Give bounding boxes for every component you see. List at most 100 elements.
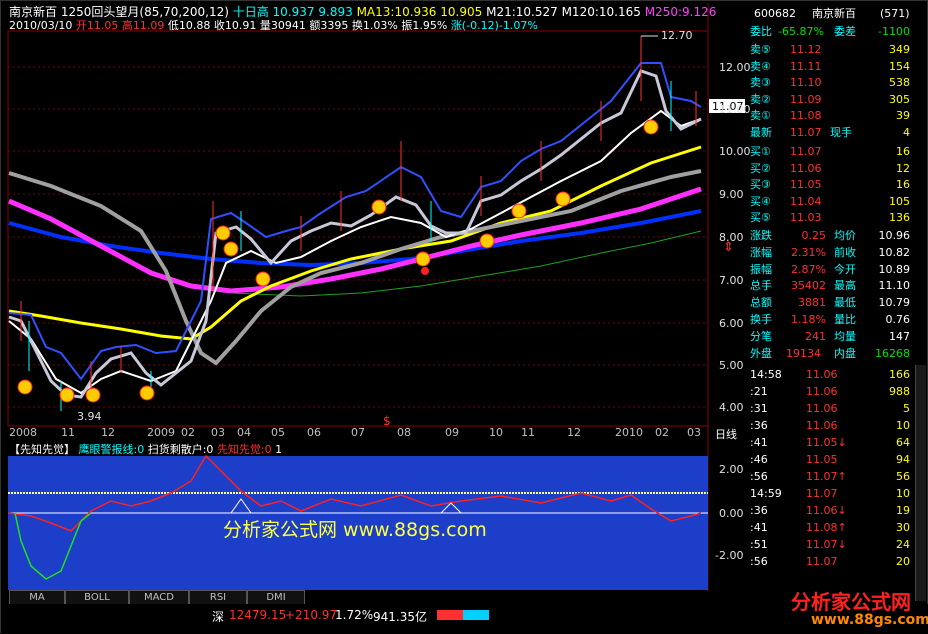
tick-row: 14:59 11.07 10 (746, 486, 926, 502)
ma120-line (8, 186, 702, 294)
tick-volume: 64 (896, 436, 910, 449)
buy-price: 11.06 (790, 161, 822, 175)
stat-row: 总额 3881 最低 10.79 (746, 295, 926, 311)
tick-row: :46 11.05 94 (746, 452, 926, 468)
index-pct: 1.72% (335, 608, 374, 622)
xianshou-label: 现手 (830, 126, 852, 139)
stat-label: 均价 (834, 229, 856, 242)
sell-row: 卖② 11.09 305 (746, 92, 926, 108)
tick-price: 11.06 (806, 368, 838, 381)
buy-label: 买⑤ (750, 211, 771, 224)
indicator-panel-name[interactable]: 【先知先觉】 (9, 443, 75, 456)
logo-text: 分析家公式网 (791, 590, 911, 614)
stat-label: 总额 (750, 296, 772, 310)
y-tick: 9.00 (719, 188, 744, 201)
indicator-extra: 1 (275, 443, 283, 456)
x-tick: 12 (567, 426, 581, 439)
sell-price: 11.08 (790, 109, 822, 122)
waipan-row: 外盘 19134 内盘 16268 (746, 346, 926, 362)
buy-row: 买③ 11.05 16 (746, 177, 926, 193)
x-tick: 2010 (615, 426, 643, 439)
stat-value: 0.25 (801, 229, 827, 242)
eagle-alert-label: 鹰眼警报线:0 (78, 443, 145, 456)
tick-price: 11.07↓ (806, 538, 847, 551)
waipan-label: 外盘 (750, 347, 772, 360)
sell-row: 卖⑤ 11.12 349 (746, 42, 926, 58)
stat-value: 147 (889, 329, 910, 343)
status-bar: 深 12479.15 +210.97 1.72% 941.35亿 分析家公式网 … (1, 590, 928, 634)
stat-value: 10.82 (878, 245, 911, 259)
sell-price: 11.09 (790, 92, 822, 106)
market-label: 深 (212, 610, 225, 624)
stat-label: 分笔 (750, 329, 772, 343)
latest-label: 最新 (750, 126, 772, 139)
foresight-label: 先知先觉:0 (216, 443, 272, 456)
up-down-bar (437, 610, 489, 620)
quote-num: (571) (880, 7, 910, 20)
tick-price: 11.06↓ (806, 504, 847, 517)
quote-panel: 600682 南京新百 (571) 委比 -65.87% 委差 -1100 卖⑤… (746, 3, 926, 601)
quote-scrollbar[interactable] (915, 365, 926, 601)
tick-price: 11.06 (806, 385, 838, 398)
stat-label: 前收 (834, 245, 856, 259)
tick-row: :41 11.08↑ 30 (746, 520, 926, 536)
weibi-row: 委比 -65.87% 委差 -1100 (746, 24, 926, 40)
y-tick: 8.00 (719, 231, 744, 244)
buy-price: 11.07 (790, 145, 822, 158)
sweep-label: 扫货剩散户:0 (147, 443, 214, 456)
buy-volume: 16 (896, 145, 910, 158)
stat-label: 涨跌 (750, 229, 772, 242)
max-price-label: 12.70 (661, 29, 693, 42)
price-chart[interactable]: 12.70 3.94 $ 11.07 ⇕ (1, 1, 746, 601)
sell-label: 卖④ (750, 59, 771, 73)
stat-value: 241 (805, 329, 826, 343)
index-value: 12479.15 (229, 608, 287, 622)
buy-row: 买④ 11.04 105 (746, 194, 926, 210)
buy-volume: 105 (889, 194, 910, 208)
tick-price: 11.06 (806, 419, 838, 432)
ind-y-tick: 2.00 (719, 463, 744, 476)
tick-price: 11.05↓ (806, 436, 847, 449)
logo-url: www.88gs.com (811, 612, 928, 628)
stat-value: 35402 (791, 279, 826, 293)
waipan-value: 19134 (786, 347, 821, 360)
tick-time: 14:59 (750, 487, 782, 500)
sell-volume: 305 (889, 92, 910, 106)
x-tick: 12 (101, 426, 115, 439)
period-label[interactable]: 日线 (715, 426, 737, 442)
stat-value: 10.89 (878, 262, 911, 276)
stat-label: 最高 (834, 279, 856, 293)
tick-row: :36 11.06 10 (746, 418, 926, 434)
tick-time: :41 (750, 436, 768, 449)
x-tick: 11 (521, 426, 535, 439)
tick-price: 11.07 (806, 487, 838, 500)
weicha-value: -1100 (878, 25, 910, 38)
buy-label: 买② (750, 161, 771, 175)
index-amount: 941.35亿 (373, 610, 427, 624)
tick-time: :41 (750, 521, 768, 534)
stat-row: 分笔 241 均量 147 (746, 329, 926, 345)
stat-value: 11.10 (878, 279, 911, 293)
tick-volume: 20 (896, 555, 910, 568)
tick-volume: 5 (903, 402, 910, 415)
neipan-value: 16268 (875, 347, 910, 360)
x-tick: 07 (351, 426, 365, 439)
sell-volume: 538 (889, 76, 910, 89)
latest-row: 最新 11.07 现手 4 (746, 125, 926, 141)
tick-price: 11.07↑ (806, 470, 847, 483)
stat-label: 总手 (750, 279, 772, 293)
tick-price: 11.06 (806, 402, 838, 415)
buy-volume: 12 (896, 161, 910, 175)
x-tick: 02 (655, 426, 669, 439)
tick-price: 11.08↑ (806, 521, 847, 534)
tick-price: 11.07 (806, 555, 838, 568)
x-tick: 11 (61, 426, 75, 439)
price-gridlines (8, 66, 708, 408)
tick-row: :36 11.06↓ 19 (746, 503, 926, 519)
buy-price: 11.04 (790, 194, 822, 208)
stat-label: 振幅 (750, 262, 772, 276)
stat-label: 量比 (834, 313, 856, 326)
tick-time: :56 (750, 470, 768, 483)
ma-gray-line (8, 169, 702, 366)
stat-row: 总手 35402 最高 11.10 (746, 278, 926, 294)
